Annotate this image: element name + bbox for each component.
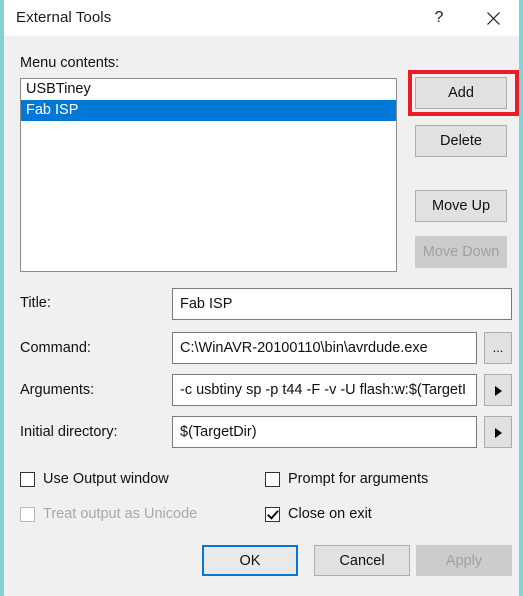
- checkbox-box: [265, 506, 280, 522]
- close-icon[interactable]: [472, 0, 514, 36]
- close-on-exit-checkbox[interactable]: Close on exit: [265, 506, 372, 522]
- checkbox-label: Treat output as Unicode: [43, 506, 198, 522]
- help-icon[interactable]: ?: [418, 0, 460, 36]
- triangle-right-icon: [494, 385, 502, 396]
- command-label: Command:: [20, 340, 91, 356]
- initial-directory-label: Initial directory:: [20, 424, 118, 440]
- checkbox-box: [265, 471, 280, 487]
- checkbox-box: [20, 471, 35, 487]
- arguments-label: Arguments:: [20, 382, 95, 398]
- move-down-button: Move Down: [415, 236, 507, 268]
- prompt-for-arguments-checkbox[interactable]: Prompt for arguments: [265, 471, 428, 487]
- cancel-button[interactable]: Cancel: [314, 545, 410, 576]
- delete-button[interactable]: Delete: [415, 125, 507, 157]
- initial-directory-input[interactable]: $(TargetDir): [172, 416, 477, 448]
- command-browse-button[interactable]: ...: [484, 332, 512, 364]
- arguments-input[interactable]: -c usbtiny sp -p t44 -F -v -U flash:w:$(…: [172, 374, 477, 406]
- list-item[interactable]: USBTiney: [21, 79, 396, 100]
- title-label: Title:: [20, 295, 51, 311]
- treat-output-as-unicode-checkbox: Treat output as Unicode: [20, 506, 197, 522]
- checkbox-label: Prompt for arguments: [288, 471, 429, 487]
- use-output-window-checkbox[interactable]: Use Output window: [20, 471, 169, 487]
- arguments-insert-macro-button[interactable]: [484, 374, 512, 406]
- checkbox-label: Close on exit: [288, 506, 372, 522]
- title-bar: External Tools ?: [4, 0, 519, 36]
- ok-button[interactable]: OK: [202, 545, 298, 576]
- external-tools-dialog: External Tools ? Menu contents: USBTiney…: [4, 0, 519, 596]
- apply-button: Apply: [416, 545, 512, 576]
- initial-directory-insert-macro-button[interactable]: [484, 416, 512, 448]
- command-input[interactable]: C:\WinAVR-20100110\bin\avrdude.exe: [172, 332, 477, 364]
- menu-contents-label: Menu contents:: [20, 55, 120, 71]
- move-up-button[interactable]: Move Up: [415, 190, 507, 222]
- checkbox-box: [20, 506, 35, 522]
- add-button[interactable]: Add: [415, 77, 507, 109]
- triangle-right-icon: [494, 427, 502, 438]
- list-item[interactable]: Fab ISP: [21, 100, 396, 121]
- checkbox-label: Use Output window: [43, 471, 169, 487]
- menu-contents-listbox[interactable]: USBTiney Fab ISP: [20, 78, 397, 272]
- title-input[interactable]: Fab ISP: [172, 288, 512, 320]
- window-title: External Tools: [16, 9, 112, 26]
